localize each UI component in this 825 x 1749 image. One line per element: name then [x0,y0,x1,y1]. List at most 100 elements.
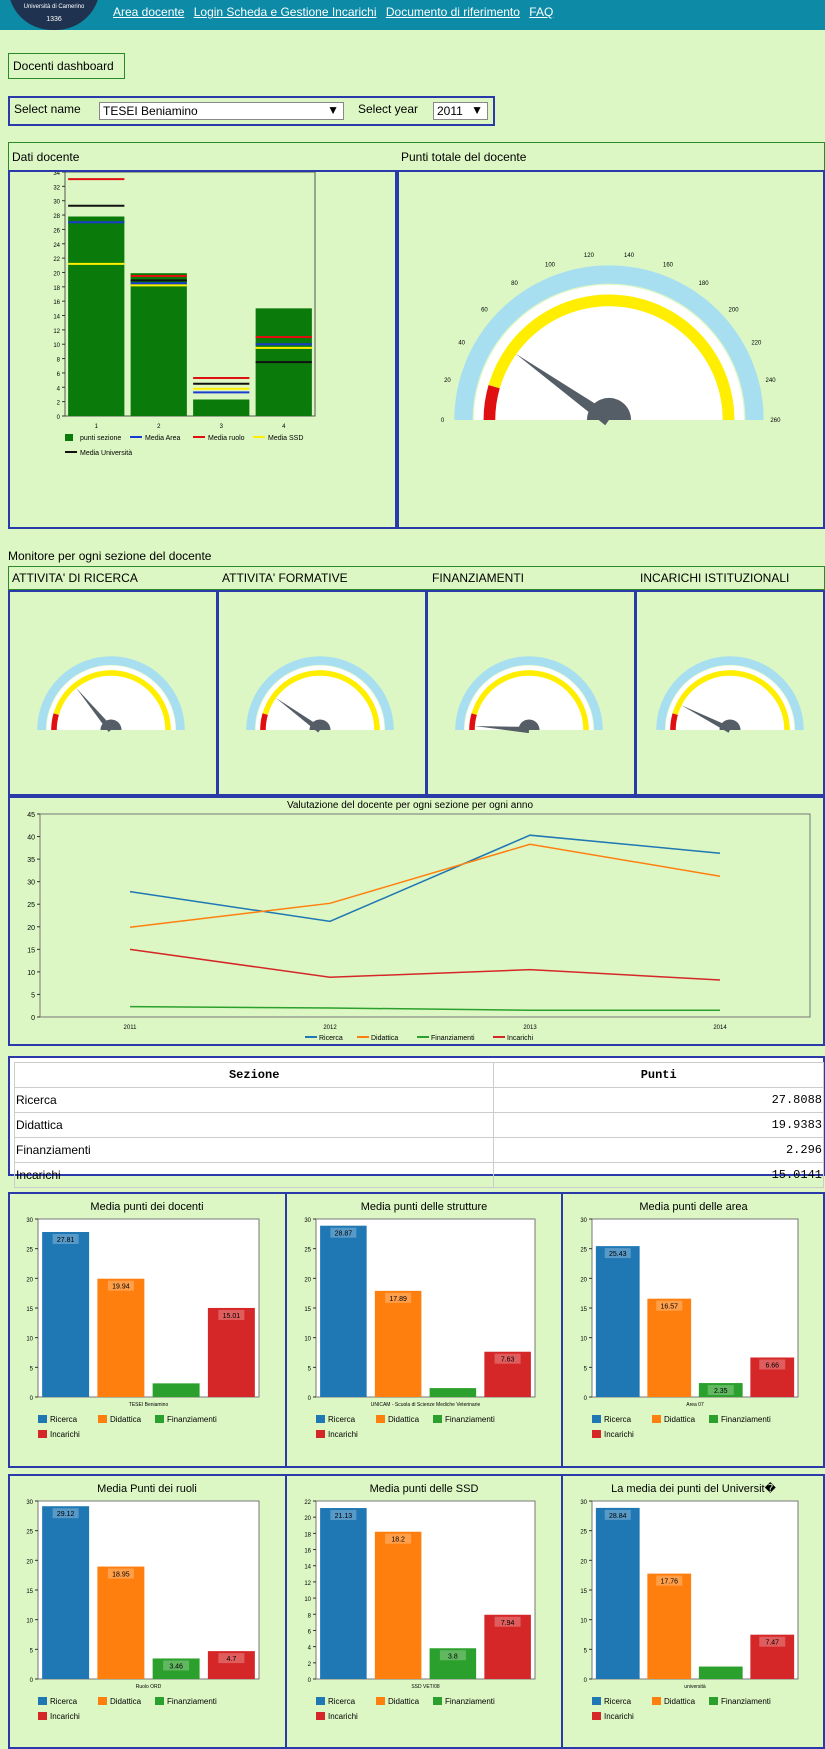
y-tick-label: 16 [304,1549,311,1555]
legend-swatch [433,1415,442,1423]
monitor-title: Monitore per ogni sezione del docente [8,549,212,563]
y-tick-label: 5 [584,1366,588,1372]
y-tick-label: 30 [26,1500,33,1506]
name-select[interactable]: TESEI Beniamino ▼ [99,102,344,120]
column-header-sezione[interactable]: Sezione [13,1062,495,1088]
nav-login-scheda[interactable]: Login Scheda e Gestione Incarichi [194,5,377,19]
legend-label: Ricerca [604,1697,632,1706]
y-tick-label: 15 [26,1589,33,1595]
legend-swatch [709,1415,718,1423]
gauge-band-red [483,385,500,421]
y-tick-label: 15 [304,1307,311,1313]
legend-label: Didattica [388,1697,420,1706]
legend-label: Finanziamenti [167,1697,217,1706]
data-label: 7.63 [501,1357,515,1364]
gauge-band-red [260,713,268,731]
legend-swatch [155,1697,164,1705]
y-tick-label: 30 [580,1500,587,1506]
legend-label: Didattica [664,1415,696,1424]
legend-label: Didattica [110,1415,142,1424]
y-tick-label: 15 [27,947,35,954]
chevron-down-icon: ▼ [471,103,483,117]
y-tick-label: 25 [580,1530,587,1536]
gauge-tick-label: 120 [584,253,595,259]
gauge-tick-label: 160 [663,262,674,268]
mini-chart-title: Media Punti dei ruoli [97,1483,197,1495]
legend-swatch [376,1697,385,1705]
y-tick-label: 4 [57,386,61,392]
y-tick-label: 10 [27,970,35,977]
line-series-incarichi [129,948,721,981]
bar-punti-sezione [193,399,250,416]
legend-label: Incarichi [328,1430,358,1439]
data-label: 3.8 [448,1653,458,1660]
nav-faq[interactable]: FAQ [529,5,553,19]
nav-documento[interactable]: Documento di riferimento [386,5,520,19]
mini-chart-ssd: Media punti delle SSD 0 2 4 6 8 10 12 14 16 18 20 22… [304,1483,536,1721]
bar-didattica [374,1531,422,1679]
legend-label: Didattica [388,1415,420,1424]
year-select[interactable]: 2011 ▼ [433,102,488,120]
y-tick-label: 16 [53,300,60,306]
legend-swatch [592,1415,601,1423]
table-cell-punti: 19.9383 [493,1112,824,1138]
mini-chart-title: Media punti delle strutture [361,1201,488,1213]
y-tick-label: 14 [304,1565,311,1571]
x-tick-label: 2014 [713,1025,727,1031]
y-tick-label: 10 [53,343,60,349]
legend-swatch [316,1415,325,1423]
gauge-tick-label: 40 [458,341,465,347]
y-tick-label: 25 [26,1530,33,1536]
legend-label: Incarichi [604,1712,634,1721]
dati-docente-title: Dati docente [12,150,80,164]
gauge-tick-label: 0 [441,418,445,424]
y-tick-label: 30 [580,1218,587,1224]
y-tick-label: 8 [57,358,61,364]
y-tick-label: 12 [53,329,60,335]
table-cell-sezione: Incarichi [13,1162,495,1188]
legend-label: Ricerca [50,1415,78,1424]
mini-chart-docenti: Media punti dei docenti 0 5 10 15 20 25 30 27.81… [26,1201,260,1439]
line-chart-title: Valutazione del docente per ogni sezione… [287,800,534,811]
bar-didattica [647,1573,692,1679]
name-label: Select name [14,102,81,116]
legend-swatch [376,1415,385,1423]
bar-ricerca [595,1246,640,1397]
legend-swatch [316,1712,325,1720]
gauge-tick-label: 200 [729,308,740,314]
nav-area-docente[interactable]: Area docente [113,5,184,19]
y-tick-label: 22 [304,1500,311,1506]
y-tick-label: 18 [304,1532,311,1538]
bar-didattica [97,1566,145,1679]
mini-chart-xlabel: SSD VET/08 [411,1684,440,1690]
y-tick-label: 25 [26,1248,33,1254]
legend-swatch [38,1712,47,1720]
divider [561,1192,563,1468]
data-label: 15.01 [223,1313,241,1320]
y-tick-label: 20 [304,1516,311,1522]
y-tick-label: 20 [580,1559,587,1565]
bar-didattica [97,1278,145,1397]
mini-chart-xlabel: UNICAM - Scuola di Scienze Mediche Veter… [371,1402,481,1408]
legend-label: Media Università [80,450,132,457]
gauge-incarichi [656,656,804,733]
bar-ricerca [320,1225,367,1397]
mini-chart-title: Media punti delle SSD [370,1483,479,1495]
y-tick-label: 0 [30,1396,34,1402]
y-tick-label: 24 [53,243,60,249]
gauge-tick-label: 140 [624,253,635,259]
legend-label: Finanziamenti [431,1035,475,1042]
column-header-punti[interactable]: Punti [493,1062,824,1088]
data-label: 25.43 [609,1251,627,1258]
y-tick-label: 15 [580,1307,587,1313]
y-tick-label: 0 [31,1015,35,1022]
divider [285,1474,287,1749]
data-label: 2.35 [714,1388,728,1395]
bar-ricerca [42,1231,90,1397]
section-formative-title: ATTIVITA' FORMATIVE [222,571,348,585]
y-tick-label: 0 [308,1396,312,1402]
y-tick-label: 28 [53,214,60,220]
divider [285,1192,287,1468]
data-label: 28.84 [609,1513,627,1520]
legend-label: Finanziamenti [167,1415,217,1424]
